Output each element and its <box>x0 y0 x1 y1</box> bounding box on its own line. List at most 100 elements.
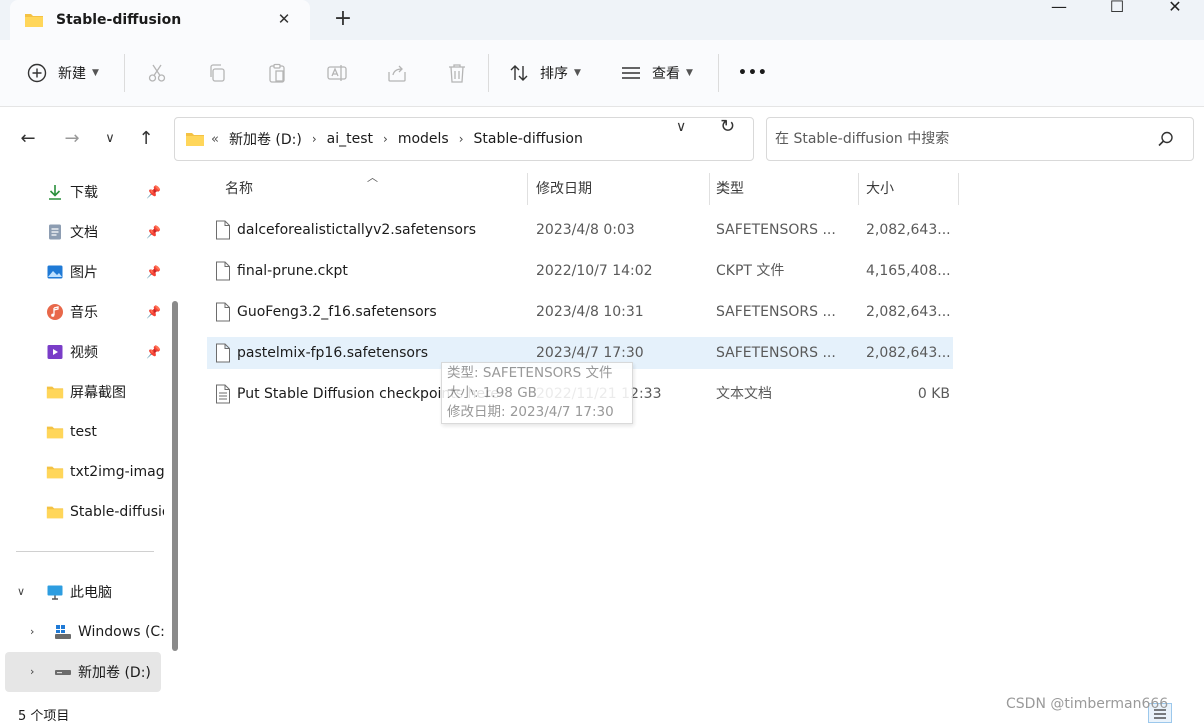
breadcrumb-drive-d[interactable]: 新加卷 (D:) <box>229 129 302 149</box>
sidebar-scrollbar[interactable] <box>172 301 178 651</box>
new-tab-button[interactable]: + <box>332 8 354 30</box>
file-size: 2,082,643... <box>866 345 950 361</box>
navigation-bar: ← → ∨ ↑ « 新加卷 (D:) › ai_test › models › … <box>0 107 1204 171</box>
sidebar-item-label: 新加卷 (D:) <box>78 665 151 681</box>
tab-close-icon[interactable]: ✕ <box>274 9 294 29</box>
tab-stable-diffusion[interactable]: Stable-diffusion ✕ <box>10 0 310 40</box>
folder-icon <box>46 506 64 519</box>
sidebar-item-this-pc[interactable]: 此电脑 <box>46 572 166 612</box>
column-divider[interactable] <box>709 173 710 205</box>
share-button[interactable] <box>386 58 408 88</box>
sidebar-item-label: txt2img-images <box>70 464 164 480</box>
sidebar-item-screenshots[interactable]: 屏幕截图 <box>46 372 166 412</box>
pin-icon: 📌 <box>146 265 161 279</box>
scissors-icon <box>148 64 166 82</box>
sidebar-item-test[interactable]: test <box>46 412 166 452</box>
expand-chevron-icon[interactable]: › <box>30 665 34 678</box>
paste-button[interactable] <box>266 58 288 88</box>
table-row[interactable]: final-prune.ckpt 2022/10/7 14:02 CKPT 文件… <box>207 255 953 287</box>
file-date: 2023/4/8 10:31 <box>536 304 644 320</box>
file-date: 2022/10/7 14:02 <box>536 263 653 279</box>
sort-button[interactable]: 排序 ▼ <box>508 58 581 88</box>
breadcrumb-models[interactable]: models <box>398 131 449 147</box>
close-window-button[interactable]: ✕ <box>1146 0 1204 30</box>
tooltip-size: 大小: 1.98 GB <box>447 384 537 401</box>
column-divider[interactable] <box>958 173 959 205</box>
copy-button[interactable] <box>206 58 228 88</box>
sort-button-label: 排序 <box>540 66 568 82</box>
table-row[interactable]: dalceforealistictallyv2.safetensors 2023… <box>207 214 953 246</box>
address-history-chevron-icon[interactable]: ∨ <box>676 119 686 135</box>
share-icon <box>388 65 406 82</box>
windows-drive-icon <box>55 625 71 639</box>
file-type: SAFETENSORS ... <box>716 304 836 320</box>
address-bar[interactable]: « 新加卷 (D:) › ai_test › models › Stable-d… <box>174 117 754 161</box>
minimize-button[interactable]: — <box>1030 0 1088 30</box>
sidebar-item-label: test <box>70 424 97 440</box>
column-header-size[interactable]: 大小 <box>866 171 956 205</box>
column-header-type[interactable]: 类型 <box>716 171 856 205</box>
breadcrumb-chevron-icon[interactable]: › <box>459 132 464 146</box>
table-row[interactable]: GuoFeng3.2_f16.safetensors 2023/4/8 10:3… <box>207 296 953 328</box>
sidebar-item-windows-drive[interactable]: Windows (C:) <box>54 612 164 652</box>
breadcrumb-stable-diffusion[interactable]: Stable-diffusion <box>474 131 583 147</box>
new-button[interactable]: 新建 ▼ <box>26 58 99 88</box>
sidebar-item-label: 图片 <box>70 265 98 281</box>
file-size: 0 KB <box>917 386 950 402</box>
delete-button[interactable] <box>446 58 468 88</box>
breadcrumb-chevron-icon[interactable]: › <box>312 132 317 146</box>
file-icon <box>216 261 230 281</box>
rename-button[interactable] <box>326 58 348 88</box>
maximize-button[interactable]: ☐ <box>1088 0 1146 30</box>
column-divider[interactable] <box>858 173 859 205</box>
back-arrow-icon[interactable]: ← <box>16 127 40 151</box>
breadcrumb-ai-test[interactable]: ai_test <box>327 131 373 147</box>
column-header-label: 类型 <box>716 181 744 197</box>
video-icon <box>47 345 63 359</box>
watermark: CSDN @timberman666 <box>1006 696 1169 712</box>
breadcrumb-chevron-icon[interactable]: › <box>383 132 388 146</box>
view-button[interactable]: 查看 ▼ <box>620 58 693 88</box>
trash-icon <box>449 64 465 83</box>
recent-locations-chevron-icon[interactable]: ∨ <box>98 127 122 151</box>
column-header-date[interactable]: 修改日期 <box>536 171 706 205</box>
column-header-name[interactable]: 名称 ︿ <box>225 171 525 205</box>
cut-button[interactable] <box>146 58 168 88</box>
sort-arrows-icon <box>510 65 528 81</box>
column-header-label: 名称 <box>225 181 253 197</box>
search-icon[interactable] <box>1157 130 1175 148</box>
folder-icon <box>25 14 43 27</box>
pin-icon: 📌 <box>146 225 161 239</box>
refresh-icon[interactable]: ↻ <box>720 116 735 137</box>
sidebar-item-label: 文档 <box>70 225 98 241</box>
sidebar-item-txt2img-images[interactable]: txt2img-images <box>46 452 164 492</box>
sidebar-item-stable-diffusion[interactable]: Stable-diffusion <box>46 492 164 532</box>
toolbar-divider <box>488 54 489 92</box>
sidebar-item-label: Windows (C:) <box>78 624 164 640</box>
item-count: 5 个项目 <box>18 709 70 723</box>
expand-chevron-icon[interactable]: › <box>30 625 34 638</box>
file-name: final-prune.ckpt <box>237 263 348 279</box>
forward-arrow-icon[interactable]: → <box>60 127 84 151</box>
file-list: 名称 ︿ 修改日期 类型 大小 dalceforealistictallyv2.… <box>185 171 1204 704</box>
sidebar-item-label: 音乐 <box>70 305 98 321</box>
file-icon <box>216 343 230 363</box>
more-options-button[interactable]: ••• <box>738 58 768 88</box>
drive-icon <box>55 670 71 675</box>
chevron-down-icon: ▼ <box>686 68 693 78</box>
sidebar-item-drive-d[interactable]: 新加卷 (D:) <box>54 652 160 692</box>
file-name: dalceforealistictallyv2.safetensors <box>237 222 477 238</box>
rename-icon <box>327 65 347 81</box>
expand-chevron-icon[interactable]: ∨ <box>17 585 25 598</box>
file-icon <box>216 220 230 240</box>
file-type: 文本文档 <box>716 386 772 402</box>
pin-icon: 📌 <box>146 185 161 199</box>
title-bar: Stable-diffusion ✕ + — ☐ ✕ <box>0 0 1204 40</box>
search-box[interactable] <box>766 117 1194 161</box>
column-divider[interactable] <box>527 173 528 205</box>
folder-icon <box>186 133 204 146</box>
breadcrumb-overflow[interactable]: « <box>211 132 219 147</box>
search-input[interactable] <box>775 128 1155 150</box>
toolbar-divider <box>718 54 719 92</box>
up-arrow-icon[interactable]: ↑ <box>134 127 158 151</box>
